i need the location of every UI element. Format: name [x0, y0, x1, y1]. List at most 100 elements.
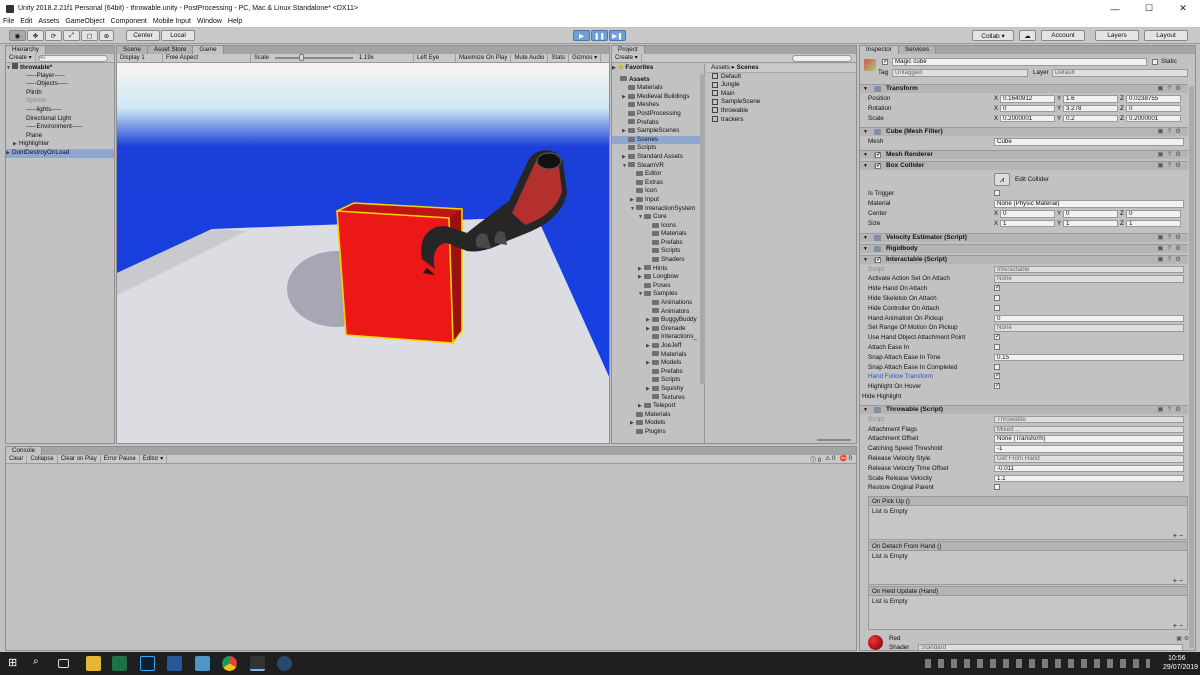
project-folder[interactable]: Textures: [612, 394, 704, 403]
menu-component[interactable]: Component: [108, 17, 150, 27]
component-menu-icons[interactable]: ▣?⚙: [1157, 406, 1185, 414]
magic-cube[interactable]: [336, 202, 463, 344]
tab-project[interactable]: Project: [612, 46, 645, 54]
transform-scale-x-field[interactable]: 0.2000001: [1000, 114, 1055, 123]
shader-dropdown[interactable]: Standard: [918, 644, 1183, 650]
project-folder[interactable]: ▼ InteractionSystem: [612, 205, 704, 214]
scale-slider[interactable]: [275, 54, 354, 61]
property-checkbox[interactable]: [994, 344, 1000, 350]
scene-file[interactable]: SampleScene: [707, 98, 856, 107]
property-field[interactable]: -0.011: [994, 464, 1184, 473]
tab-console[interactable]: Console: [6, 447, 43, 455]
project-folder[interactable]: ▶ Hints: [612, 265, 704, 274]
material-menu-icons[interactable]: ▣ ⚙: [1176, 635, 1189, 642]
project-folder[interactable]: Icons: [612, 222, 704, 231]
tag-dropdown[interactable]: Untagged: [892, 69, 1028, 77]
scale-tool-button[interactable]: ⤢: [63, 30, 80, 41]
left-eye-dropdown[interactable]: Left Eye: [414, 54, 457, 62]
cloud-icon[interactable]: ☁: [1019, 30, 1036, 41]
project-folder[interactable]: Prefabs: [612, 239, 704, 248]
project-folder[interactable]: Materials: [612, 230, 704, 239]
component-enabled-checkbox[interactable]: ✓: [875, 163, 881, 170]
project-folder[interactable]: ▶ Standard Assets: [612, 153, 704, 162]
game-viewport[interactable]: [117, 63, 610, 443]
steam-icon[interactable]: [277, 656, 292, 671]
is-trigger-checkbox[interactable]: [994, 190, 1000, 197]
component-header[interactable]: ▼ Rigidbody ▣?⚙: [860, 243, 1188, 253]
tab-inspector[interactable]: Inspector: [860, 46, 899, 54]
pivot-local-button[interactable]: Local: [161, 30, 195, 41]
project-folder[interactable]: Interactions_: [612, 333, 704, 342]
hierarchy-item[interactable]: -----Environment-----: [6, 123, 114, 132]
property-field[interactable]: -1: [994, 445, 1184, 453]
pivot-center-button[interactable]: Center: [126, 30, 160, 41]
property-checkbox[interactable]: ✓: [994, 373, 1000, 380]
search-icon[interactable]: ⌕: [33, 656, 48, 671]
property-field[interactable]: 0.15: [994, 353, 1184, 362]
project-folder[interactable]: Plugins: [612, 428, 704, 437]
property-field[interactable]: 1.1: [994, 474, 1184, 483]
property-field[interactable]: Interactable: [994, 265, 1184, 274]
scene-file[interactable]: Main: [707, 90, 856, 99]
console-clear-on-play-button[interactable]: Clear on Play: [58, 455, 101, 463]
add-event-button[interactable]: + −: [1173, 623, 1183, 630]
property-checkbox[interactable]: ✓: [994, 383, 1000, 390]
transform-position-z-field[interactable]: 0.0238755: [1126, 95, 1181, 103]
tab-services[interactable]: Services: [898, 46, 937, 54]
component-header[interactable]: ▼ Transform ▣?⚙: [860, 84, 1188, 93]
property-checkbox[interactable]: ✓: [994, 334, 1000, 341]
console-clear-button[interactable]: Clear: [6, 455, 28, 463]
hierarchy-item[interactable]: Plinth: [6, 89, 114, 98]
layers-button[interactable]: Layers: [1095, 30, 1139, 41]
center-field[interactable]: 0: [1063, 210, 1118, 218]
excel-icon[interactable]: [112, 656, 127, 671]
project-folder[interactable]: ▶ Grenade: [612, 325, 704, 334]
hierarchy-item[interactable]: ▶ Highlighter: [6, 140, 114, 149]
project-create-button[interactable]: Create ▾: [612, 54, 642, 62]
edit-collider-button[interactable]: ⩘: [994, 173, 1010, 187]
project-folder[interactable]: Icon: [612, 187, 704, 196]
project-folder[interactable]: Materials: [612, 84, 704, 93]
project-folder[interactable]: Editor: [612, 170, 704, 179]
project-folder[interactable]: Scripts: [612, 144, 704, 153]
project-folder[interactable]: ▶ Medieval Buildings: [612, 93, 704, 102]
transform-rotation-x-field[interactable]: 0: [1000, 104, 1055, 113]
hierarchy-create-button[interactable]: Create ▾: [6, 54, 36, 62]
clock-time[interactable]: 10:56: [1168, 655, 1186, 662]
hierarchy-search-input[interactable]: [37, 54, 108, 62]
project-folder[interactable]: ▶ Input: [612, 196, 704, 205]
project-folder[interactable]: Assets: [612, 76, 704, 85]
windows-start-icon[interactable]: ⊞: [8, 656, 23, 671]
project-search-input[interactable]: [791, 54, 852, 62]
aspect-dropdown[interactable]: Free Aspect: [163, 54, 251, 62]
center-field[interactable]: 0: [1000, 210, 1055, 218]
rotate-tool-button[interactable]: ⟳: [45, 30, 62, 41]
tab-asset-store[interactable]: Asset Store: [147, 46, 194, 54]
tab-game[interactable]: Game: [193, 46, 224, 54]
maximize-button[interactable]: ☐: [1132, 0, 1166, 17]
project-folder[interactable]: Materials: [612, 351, 704, 360]
property-field[interactable]: Mixed ...: [994, 425, 1184, 434]
project-folder[interactable]: ▶ Teleport: [612, 402, 704, 411]
hierarchy-item[interactable]: Plane: [6, 132, 114, 141]
task-view-icon[interactable]: [58, 659, 69, 668]
active-checkbox[interactable]: ✓: [882, 59, 888, 65]
physic-material-field[interactable]: None (Physic Material): [994, 200, 1184, 208]
add-event-button[interactable]: + −: [1173, 533, 1183, 540]
component-enabled-checkbox[interactable]: ✓: [875, 256, 881, 263]
project-folder[interactable]: ▶ Models: [612, 359, 704, 368]
size-field[interactable]: 1: [1063, 219, 1118, 228]
project-folder[interactable]: Shaders: [612, 256, 704, 265]
property-checkbox[interactable]: [994, 484, 1000, 491]
hierarchy-item[interactable]: Sphere: [6, 97, 114, 106]
menu-file[interactable]: File: [0, 17, 17, 27]
static-checkbox[interactable]: [1152, 59, 1158, 65]
component-header[interactable]: ▼ Velocity Estimator (Script) ▣?⚙: [860, 232, 1188, 242]
component-menu-icons[interactable]: ▣?⚙: [1157, 85, 1185, 93]
center-field[interactable]: 0: [1126, 210, 1181, 218]
menu-window[interactable]: Window: [194, 17, 225, 27]
hierarchy-item[interactable]: Directional Light: [6, 115, 114, 124]
property-field[interactable]: None: [994, 275, 1184, 283]
object-name-field[interactable]: Magic cube: [892, 58, 1147, 66]
transform-position-x-field[interactable]: 0.1640912: [1000, 95, 1055, 103]
